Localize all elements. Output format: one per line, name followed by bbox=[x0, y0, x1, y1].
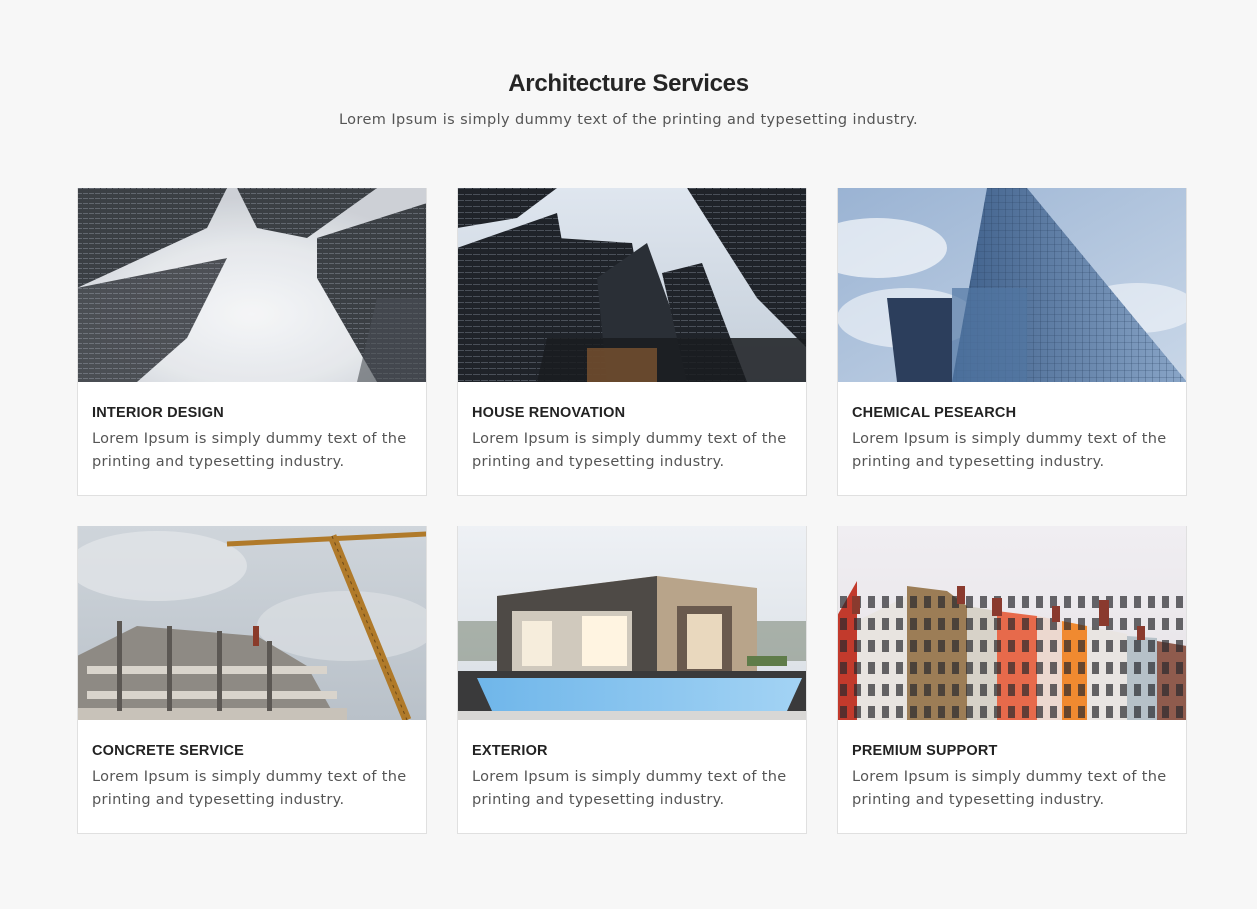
service-card-house-renovation[interactable]: HOUSE RENOVATION Lorem Ipsum is simply d… bbox=[457, 188, 807, 496]
blue-glass-skyscraper-photo[interactable] bbox=[838, 188, 1186, 382]
card-description: Lorem Ipsum is simply dummy text of the … bbox=[472, 431, 787, 470]
colorful-townhouses-photo[interactable] bbox=[838, 526, 1186, 720]
services-grid: INTERIOR DESIGN Lorem Ipsum is simply du… bbox=[77, 188, 1187, 834]
service-card-premium-support[interactable]: PREMIUM SUPPORT Lorem Ipsum is simply du… bbox=[837, 526, 1187, 834]
card-title[interactable]: PREMIUM SUPPORT bbox=[852, 743, 1172, 759]
architecture-services-section: Architecture Services Lorem Ipsum is sim… bbox=[0, 0, 1257, 909]
section-title: Architecture Services bbox=[508, 70, 749, 97]
card-description: Lorem Ipsum is simply dummy text of the … bbox=[852, 769, 1167, 808]
glass-towers-upward-photo[interactable] bbox=[458, 188, 806, 382]
skyscrapers-in-fog-photo[interactable] bbox=[78, 188, 426, 382]
card-title[interactable]: CONCRETE SERVICE bbox=[92, 743, 412, 759]
card-description: Lorem Ipsum is simply dummy text of the … bbox=[92, 769, 407, 808]
service-card-concrete-service[interactable]: CONCRETE SERVICE Lorem Ipsum is simply d… bbox=[77, 526, 427, 834]
service-card-interior-design[interactable]: INTERIOR DESIGN Lorem Ipsum is simply du… bbox=[77, 188, 427, 496]
card-title[interactable]: INTERIOR DESIGN bbox=[92, 405, 412, 421]
modern-house-pool-photo[interactable] bbox=[458, 526, 806, 720]
service-card-exterior[interactable]: EXTERIOR Lorem Ipsum is simply dummy tex… bbox=[457, 526, 807, 834]
construction-crane-photo[interactable] bbox=[78, 526, 426, 720]
service-card-chemical-pesearch[interactable]: CHEMICAL PESEARCH Lorem Ipsum is simply … bbox=[837, 188, 1187, 496]
section-subtitle: Lorem Ipsum is simply dummy text of the … bbox=[338, 112, 919, 128]
card-title[interactable]: EXTERIOR bbox=[472, 743, 792, 759]
card-title[interactable]: CHEMICAL PESEARCH bbox=[852, 405, 1172, 421]
card-description: Lorem Ipsum is simply dummy text of the … bbox=[472, 769, 787, 808]
card-title[interactable]: HOUSE RENOVATION bbox=[472, 405, 792, 421]
card-description: Lorem Ipsum is simply dummy text of the … bbox=[852, 431, 1167, 470]
card-description: Lorem Ipsum is simply dummy text of the … bbox=[92, 431, 407, 470]
